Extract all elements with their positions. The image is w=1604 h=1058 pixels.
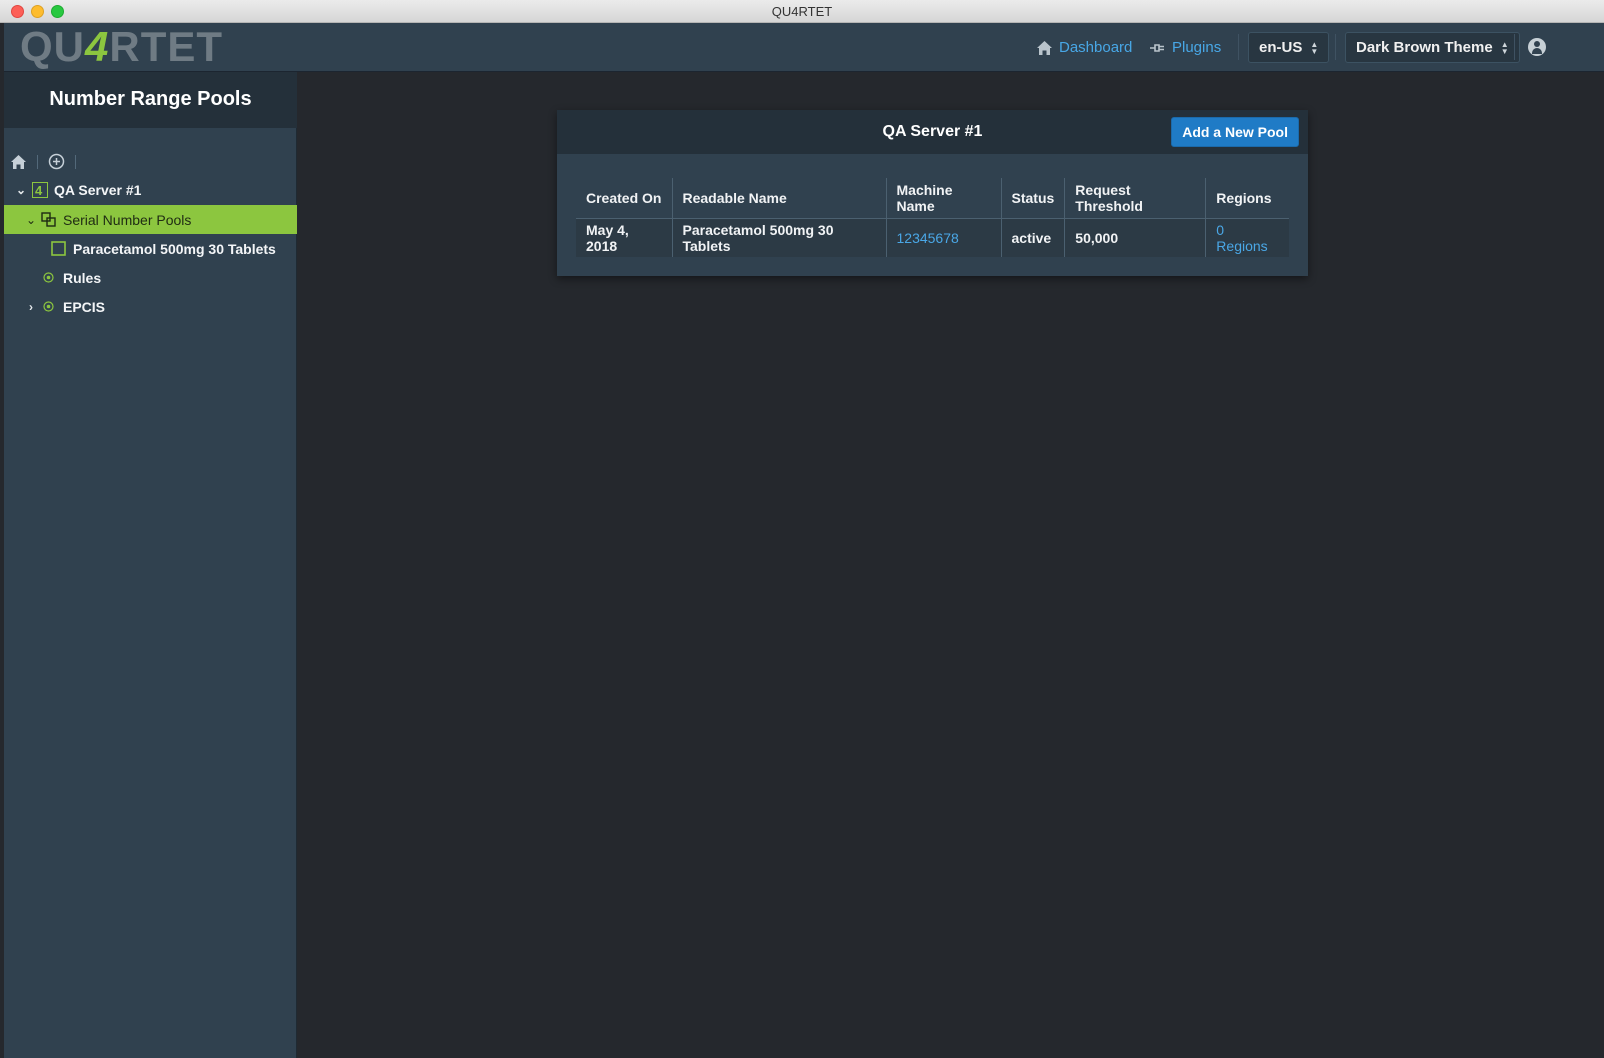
cell-created-on: May 4, 2018: [576, 218, 672, 257]
add-new-pool-button[interactable]: Add a New Pool: [1171, 117, 1299, 147]
tree-item-serial-number-pools[interactable]: ⌄ Serial Number Pools: [4, 205, 297, 234]
user-account-icon[interactable]: [1528, 38, 1546, 56]
tree-item-epcis-label: EPCIS: [63, 298, 106, 315]
chevron-down-icon[interactable]: ⌄: [15, 183, 27, 197]
logo-text-four: 4: [85, 23, 110, 70]
svg-text:4: 4: [35, 183, 43, 198]
top-navbar: QU4RTET Dashboard Plugins en-US ▲ ▼ Dark …: [4, 23, 1604, 72]
window-titlebar: QU4RTET: [0, 0, 1604, 23]
language-value: en-US: [1259, 39, 1303, 56]
tree-item-server-label: QA Server #1: [54, 181, 142, 198]
checkbox-icon[interactable]: [51, 241, 66, 256]
plugins-label: Plugins: [1172, 39, 1222, 56]
radio-target-icon: [43, 301, 54, 312]
column-header[interactable]: Status: [1000, 178, 1065, 219]
sidebar-title: Number Range Pools: [4, 72, 297, 128]
toolbar-divider: [37, 154, 38, 169]
radio-target-icon: [43, 272, 54, 283]
maximize-window-button[interactable]: [51, 5, 64, 18]
tree-item-pool-label: Paracetamol 500mg 30 Tablets: [73, 240, 276, 257]
theme-value: Dark Brown Theme: [1356, 39, 1493, 56]
cell-machine-name: 12345678: [885, 218, 1001, 257]
pool-panel: QA Server #1 Add a New Pool Created On R…: [557, 110, 1308, 276]
close-window-button[interactable]: [11, 5, 24, 18]
app-logo[interactable]: QU4RTET: [20, 25, 223, 69]
tree-item-pool[interactable]: Paracetamol 500mg 30 Tablets: [4, 234, 297, 263]
tree-item-serial-pools-label: Serial Number Pools: [63, 211, 192, 228]
app-window: QU4RTET QU4RTET Dashboard Plugins en-US …: [0, 0, 1604, 1058]
panel-header: QA Server #1 Add a New Pool: [557, 110, 1308, 154]
updown-chevron-icon: ▲ ▼: [1500, 39, 1509, 56]
toolbar-divider: [75, 154, 76, 169]
dashboard-link[interactable]: Dashboard: [1036, 38, 1132, 58]
cell-regions: 0 Regions: [1205, 218, 1289, 257]
cell-readable-name: Paracetamol 500mg 30 Tablets: [671, 218, 886, 257]
cell-status: active: [1000, 218, 1065, 257]
chevron-down-icon[interactable]: ⌄: [25, 213, 37, 227]
column-header[interactable]: Request Threshold: [1064, 178, 1206, 219]
chevron-right-icon[interactable]: ›: [25, 300, 37, 314]
tree-item-rules-label: Rules: [63, 269, 102, 286]
pools-table: Created On Readable Name Machine Name St…: [576, 178, 1289, 257]
plugins-link[interactable]: Plugins: [1149, 38, 1221, 58]
machine-name-link[interactable]: 12345678: [897, 230, 959, 246]
quartet-server-icon: 4: [32, 181, 48, 198]
main-content: QA Server #1 Add a New Pool Created On R…: [298, 72, 1604, 1058]
table-row[interactable]: May 4, 2018 Paracetamol 500mg 30 Tablets…: [576, 218, 1289, 257]
nav-divider: [1514, 34, 1515, 60]
logo-text-right: RTET: [109, 23, 224, 70]
column-header[interactable]: Created On: [576, 178, 672, 219]
column-header[interactable]: Regions: [1205, 178, 1289, 219]
table-header-row: Created On Readable Name Machine Name St…: [576, 178, 1289, 219]
updown-chevron-icon: ▲ ▼: [1310, 39, 1319, 56]
language-select[interactable]: en-US ▲ ▼: [1248, 32, 1330, 63]
home-icon: [1037, 41, 1052, 55]
regions-link[interactable]: 0 Regions: [1216, 222, 1267, 254]
theme-select[interactable]: Dark Brown Theme ▲ ▼: [1345, 32, 1520, 63]
pools-icon: [41, 212, 56, 227]
minimize-window-button[interactable]: [31, 5, 44, 18]
column-header[interactable]: Readable Name: [671, 178, 886, 219]
add-circle-icon[interactable]: [48, 153, 65, 170]
tree-item-epcis[interactable]: › EPCIS: [4, 292, 297, 321]
nav-divider: [1238, 34, 1239, 60]
dashboard-label: Dashboard: [1059, 39, 1133, 56]
panel-title: QA Server #1: [882, 123, 983, 140]
sidebar: Number Range Pools ⌄ 4 QA Server #1 ⌄ Se…: [4, 72, 297, 1058]
cell-request-threshold: 50,000: [1064, 218, 1206, 257]
tree-item-rules[interactable]: Rules: [4, 263, 297, 292]
tree-item-server[interactable]: ⌄ 4 QA Server #1: [4, 175, 297, 204]
tree-toolbar: [10, 153, 76, 170]
nav-divider: [1335, 34, 1336, 60]
plug-icon: [1150, 44, 1164, 52]
home-icon[interactable]: [10, 154, 27, 170]
column-header[interactable]: Machine Name: [885, 178, 1001, 219]
window-title: QU4RTET: [771, 4, 833, 19]
logo-text-left: QU: [20, 23, 85, 70]
